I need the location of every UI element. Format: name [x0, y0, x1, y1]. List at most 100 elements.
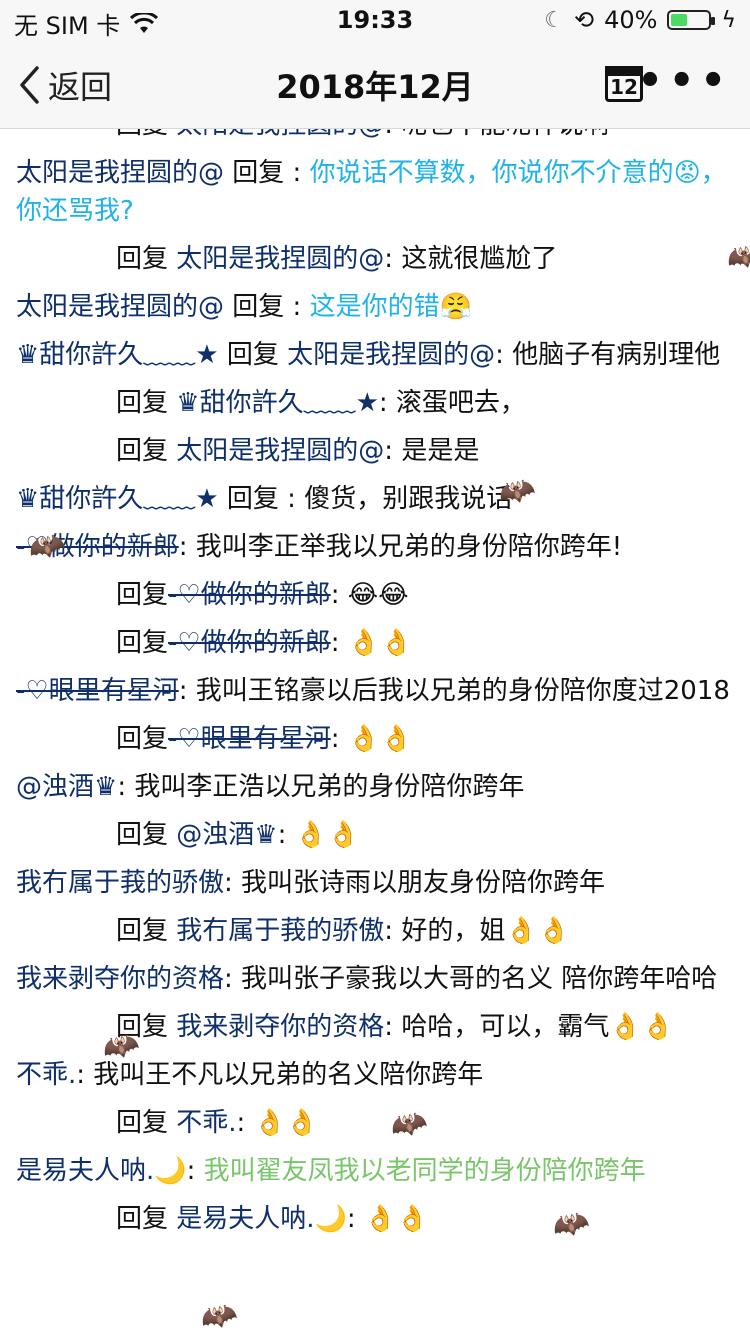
comment-text: 我叫王不凡以兄弟的名义陪你跨年	[93, 1060, 484, 1090]
username-link[interactable]: 太阳是我捏圆的@	[16, 158, 224, 188]
calendar-day: 12	[610, 75, 638, 99]
separator: :	[224, 964, 242, 994]
nav-bar: 返回 2018年12月 12 •••	[0, 40, 750, 129]
reply-prefix: 回复	[116, 580, 169, 610]
charging-icon: ϟ	[721, 7, 736, 33]
separator: :	[224, 868, 242, 898]
battery-icon	[667, 10, 716, 30]
username-link[interactable]: 太阳是我捏圆的@	[176, 244, 384, 274]
username-link[interactable]: @浊酒♛	[176, 820, 277, 850]
reply-item[interactable]: 回复 太阳是我捏圆的@: 呢也不能呢样说啊	[0, 129, 750, 149]
comment-item[interactable]: -♡做你的新郎: 我叫李正举我以兄弟的身份陪你跨年!	[0, 523, 750, 571]
comment-text: 傻货，别跟我说话	[304, 484, 513, 514]
username-link[interactable]: @浊酒♛	[16, 772, 117, 802]
separator: :	[277, 820, 295, 850]
more-button[interactable]: •••	[637, 58, 732, 104]
reply-item[interactable]: 回复 @浊酒♛: 👌👌	[0, 811, 750, 859]
bat-decoration-icon: 🦇	[196, 1294, 242, 1334]
username-link[interactable]: ♛甜你許久﹏﹏★	[176, 388, 379, 418]
comment-text: 滚蛋吧去，	[395, 388, 526, 418]
status-right: ☾ ⟲ 40% ϟ	[544, 6, 736, 34]
comment-text: 我叫王铭豪以后我以兄弟的身份陪你度过2018	[195, 676, 730, 706]
reply-prefix: 回复	[116, 916, 177, 946]
separator: :	[384, 1012, 402, 1042]
rotation-lock-icon: ⟲	[574, 6, 595, 34]
comment-item[interactable]: 太阳是我捏圆的@ 回复 : 你说话不算数，你说你不介意的😡，你还骂我?	[0, 149, 750, 235]
reply-item[interactable]: 回复 太阳是我捏圆的@: 是是是	[0, 427, 750, 475]
username-link[interactable]: ♛甜你許久﹏﹏★	[16, 484, 219, 514]
reply-item[interactable]: 回复 是易夫人呐.🌙: 👌👌	[0, 1195, 750, 1243]
separator: :	[330, 628, 348, 658]
reply-item[interactable]: 回复-♡做你的新郎: 😂😂	[0, 571, 750, 619]
reply-item[interactable]: 回复-♡做你的新郎: 👌👌	[0, 619, 750, 667]
reply-prefix: 回复	[116, 724, 169, 754]
separator: :	[178, 532, 196, 562]
status-bar: 无 SIM 卡 19:33 ☾ ⟲ 40% ϟ	[0, 0, 750, 40]
reply-prefix: 回复	[116, 244, 177, 274]
comment-item[interactable]: -♡眼里有星河: 我叫王铭豪以后我以兄弟的身份陪你度过2018	[0, 667, 750, 715]
comment-text: 哈哈，可以，霸气👌👌	[401, 1012, 675, 1042]
reply-prefix: 回复	[116, 129, 176, 140]
reply-prefix: 回复	[116, 1204, 177, 1234]
username-link[interactable]: 是易夫人呐.🌙	[16, 1156, 187, 1186]
reply-prefix: 回复	[116, 388, 177, 418]
comment-text: 好的，姐👌👌	[401, 916, 571, 946]
reply-prefix: 回复	[116, 628, 169, 658]
username-link[interactable]: 我来剥夺你的资格	[176, 1012, 384, 1042]
reply-item[interactable]: 回复 不乖.: 👌👌	[0, 1099, 750, 1147]
separator: :	[292, 292, 310, 322]
username-link[interactable]: ♛甜你許久﹏﹏★	[16, 340, 219, 370]
username-link[interactable]: -♡眼里有星河	[16, 676, 179, 706]
reply-item[interactable]: 回复-♡眼里有星河: 👌👌	[0, 715, 750, 763]
username-link[interactable]: 太阳是我捏圆的@	[176, 129, 384, 140]
username-link[interactable]: -♡做你的新郎	[168, 628, 331, 658]
comment-text: 我叫李正浩以兄弟的身份陪你跨年	[134, 772, 525, 802]
separator: :	[178, 676, 196, 706]
comment-item[interactable]: ♛甜你許久﹏﹏★ 回复 : 傻货，别跟我说话	[0, 475, 750, 523]
separator: :	[292, 158, 310, 188]
comment-text: 👌👌	[347, 628, 413, 658]
username-link[interactable]: 不乖.	[176, 1108, 236, 1138]
separator: :	[384, 916, 402, 946]
username-link[interactable]: 我冇属于莪的骄傲	[176, 916, 384, 946]
username-link[interactable]: 是易夫人呐.🌙	[176, 1204, 347, 1234]
comment-text: 👌👌	[253, 1108, 319, 1138]
comment-item[interactable]: 太阳是我捏圆的@ 回复 : 这是你的错😤	[0, 283, 750, 331]
username-link[interactable]: 太阳是我捏圆的@	[287, 340, 495, 370]
comment-item[interactable]: 我来剥夺你的资格: 我叫张子豪我以大哥的名义 陪你跨年哈哈	[0, 955, 750, 1003]
reply-item[interactable]: 回复 我冇属于莪的骄傲: 好的，姐👌👌	[0, 907, 750, 955]
username-link[interactable]: 不乖.	[16, 1060, 76, 1090]
separator: :	[384, 436, 402, 466]
comment-text: 呢也不能呢样说啊	[401, 129, 609, 140]
comment-text: 😂😂	[347, 580, 409, 610]
comment-item[interactable]: 我冇属于莪的骄傲: 我叫张诗雨以朋友身份陪你跨年	[0, 859, 750, 907]
comment-item[interactable]: ♛甜你許久﹏﹏★ 回复 太阳是我捏圆的@: 他脑子有病别理他	[0, 331, 750, 379]
separator: :	[384, 244, 402, 274]
username-link[interactable]: 我冇属于莪的骄傲	[16, 868, 224, 898]
separator: :	[346, 1204, 364, 1234]
comment-item[interactable]: @浊酒♛: 我叫李正浩以兄弟的身份陪你跨年	[0, 763, 750, 811]
reply-prefix: 回复	[218, 484, 288, 514]
username-link[interactable]: -♡做你的新郎	[168, 580, 331, 610]
username-link[interactable]: 太阳是我捏圆的@	[16, 292, 224, 322]
comment-text: 我叫翟友凤我以老同学的身份陪你跨年	[203, 1156, 646, 1186]
reply-prefix: 回复	[224, 292, 293, 322]
separator: :	[117, 772, 135, 802]
reply-prefix: 回复	[116, 820, 177, 850]
battery-percent: 40%	[604, 6, 658, 34]
separator: :	[384, 129, 401, 140]
comment-text: 这就很尴尬了	[401, 244, 558, 274]
moon-icon: ☾	[544, 7, 565, 33]
username-link[interactable]: -♡眼里有星河	[168, 724, 331, 754]
comment-text: 他脑子有病别理他	[512, 340, 721, 370]
username-link[interactable]: 我来剥夺你的资格	[16, 964, 224, 994]
comment-item[interactable]: 是易夫人呐.🌙: 我叫翟友凤我以老同学的身份陪你跨年	[0, 1147, 750, 1195]
username-link[interactable]: 太阳是我捏圆的@	[176, 436, 384, 466]
separator: :	[186, 1156, 204, 1186]
reply-prefix: 回复	[116, 436, 177, 466]
comment-list: 回复 太阳是我捏圆的@: 呢也不能呢样说啊太阳是我捏圆的@ 回复 : 你说话不算…	[0, 129, 750, 1334]
comment-text: 我叫李正举我以兄弟的身份陪你跨年!	[195, 532, 623, 562]
comment-text: 我叫张子豪我以大哥的名义 陪你跨年哈哈	[241, 964, 718, 994]
reply-item[interactable]: 回复 ♛甜你許久﹏﹏★: 滚蛋吧去，	[0, 379, 750, 427]
reply-item[interactable]: 回复 太阳是我捏圆的@: 这就很尴尬了	[0, 235, 750, 283]
